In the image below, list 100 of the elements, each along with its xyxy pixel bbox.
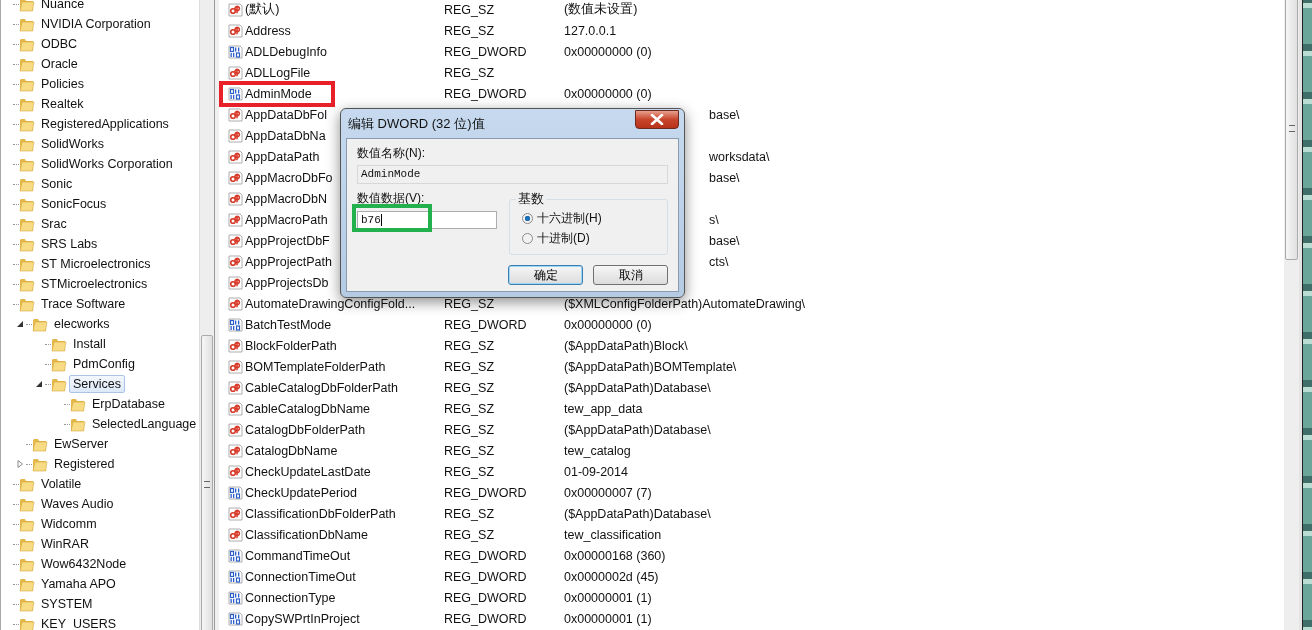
value-data: 0x00000168 (360) [564,548,666,563]
value-input-field[interactable]: b76 [357,211,497,229]
value-name[interactable]: AppDataDbNa [245,128,326,143]
dialog-title: 编辑 DWORD (32 位)值 [347,114,485,133]
value-name[interactable]: BOMTemplateFolderPath [245,359,386,374]
tree-item[interactable]: Waves Audio [37,495,118,513]
value-name[interactable]: AppMacroPath [245,212,328,227]
tree-item[interactable]: Yamaha APO [37,575,120,593]
tree-item[interactable]: SRS Labs [37,235,102,253]
folder-icon [19,536,35,552]
tree-item[interactable]: Install [69,335,110,353]
tree-item[interactable]: SelectedLanguage [88,415,199,433]
value-name[interactable]: CatalogDbName [245,443,338,458]
tree-item[interactable]: EwServer [50,435,113,453]
value-name[interactable]: AppProjectDbF [245,233,330,248]
scroll-thumb[interactable] [1285,0,1298,260]
binary-value-icon [228,317,243,332]
tree-item[interactable]: SonicFocus [37,195,111,213]
text-value-icon [228,23,243,38]
value-name[interactable]: CommandTimeOut [245,548,351,563]
tree-item[interactable]: Srac [37,215,71,233]
value-name[interactable]: BlockFolderPath [245,338,337,353]
value-data: tew_app_data [564,401,643,416]
radio-label[interactable]: 十六进制(H) [537,209,602,227]
value-name[interactable]: ConnectionType [245,590,336,605]
tree-item[interactable]: Wow6432Node [37,555,131,573]
text-value-icon [228,212,243,227]
scrollbar[interactable] [199,0,214,630]
tree-item[interactable]: Nuance [37,0,89,13]
value-name[interactable]: ConnectionTimeOut [245,569,356,584]
value-data: 01-09-2014 [564,464,628,479]
tree-item[interactable]: SYSTEM [37,595,97,613]
text-value-icon [228,296,243,311]
radio-button[interactable] [522,232,533,244]
tree-item[interactable]: SolidWorks [37,135,108,153]
tree-item[interactable]: elecworks [50,315,114,333]
value-name[interactable]: ClassificationDbFolderPath [245,506,396,521]
value-name[interactable]: (默认) [245,1,280,18]
binary-value-icon [228,44,243,59]
scrollbar[interactable] [1284,0,1299,630]
tree-item[interactable]: Oracle [37,55,82,73]
value-name[interactable]: AppProjectsDb [245,275,329,290]
tree-item[interactable]: Registered [50,455,119,473]
value-name[interactable]: ADLLogFile [245,65,311,80]
tree-item[interactable]: NVIDIA Corporation [37,15,155,33]
radio-label[interactable]: 十进制(D) [537,229,590,247]
value-name[interactable]: CableCatalogDbName [245,401,371,416]
text-value-icon [228,149,243,164]
value-name[interactable]: ADLDebugInfo [245,44,327,59]
value-name[interactable]: AppMacroDbN [245,191,327,206]
tree-item[interactable]: Widcomm [37,515,101,533]
tree-item[interactable]: Sonic [37,175,77,193]
value-name[interactable]: CopySWPrtInProject [245,611,360,626]
tree-item[interactable]: Realtek [37,95,88,113]
radio-button[interactable] [522,212,533,224]
cancel-button[interactable]: 取消 [593,265,668,285]
value-type: REG_SZ [444,296,494,311]
tree-item[interactable]: STMicroelectronics [37,275,152,293]
tree-item[interactable]: ODBC [37,35,82,53]
value-name[interactable]: BatchTestMode [245,317,332,332]
close-button[interactable] [635,109,679,129]
tree-item[interactable]: RegisteredApplications [37,115,173,133]
value-name[interactable]: CheckUpdateLastDate [245,464,371,479]
text-value-icon [228,380,243,395]
value-name[interactable]: AppMacroDbFo [245,170,333,185]
folder-icon [19,196,35,212]
value-data: 0x00000000 (0) [564,317,652,332]
folder-icon [19,36,35,52]
value-name[interactable]: AutomateDrawingConfigFold... [245,296,416,311]
value-name[interactable]: CatalogDbFolderPath [245,422,366,437]
value-name[interactable]: AdminMode [245,86,312,101]
expand-arrow-icon[interactable] [16,460,24,468]
tree-item[interactable]: WinRAR [37,535,93,553]
value-name[interactable]: AppDataPath [245,149,320,164]
value-name[interactable]: CheckUpdatePeriod [245,485,357,500]
tree-item[interactable]: Trace Software [37,295,130,313]
folder-icon [19,576,35,592]
tree-item[interactable]: Services [69,375,125,393]
value-name[interactable]: Address [245,23,291,38]
tree-item[interactable]: ErpDatabase [88,395,169,413]
tree-item[interactable]: SolidWorks Corporation [37,155,177,173]
binary-value-icon [228,569,243,584]
collapse-arrow-icon[interactable] [16,320,24,328]
tree-item[interactable]: Policies [37,75,89,93]
tree-item[interactable]: KEY_USERS [37,615,121,630]
value-name[interactable]: ClassificationDbName [245,527,368,542]
text-value-icon [228,338,243,353]
tree-item[interactable]: ST Microelectronics [37,255,155,273]
value-name[interactable]: AppProjectPath [245,254,332,269]
tree-item[interactable]: Volatile [37,475,86,493]
tree-item[interactable]: PdmConfig [69,355,139,373]
value-type: REG_DWORD [444,86,527,101]
value-type: REG_DWORD [444,317,527,332]
scroll-thumb[interactable] [201,335,213,630]
value-name[interactable]: AppDataDbFol [245,107,327,122]
value-name[interactable]: CableCatalogDbFolderPath [245,380,398,395]
value-data: base\ [709,107,740,122]
ok-button[interactable]: 确定 [508,265,583,285]
collapse-arrow-icon[interactable] [35,380,43,388]
folder-icon [19,76,35,92]
